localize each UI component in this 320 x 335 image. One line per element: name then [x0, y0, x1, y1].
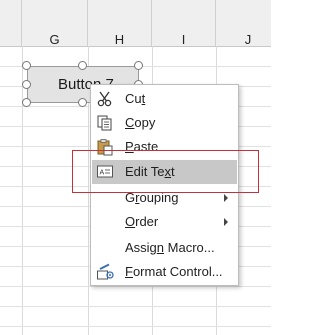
menu-item-label: Assign Macro... — [125, 240, 215, 255]
column-header-label: G — [49, 32, 60, 47]
column-header-h[interactable]: H — [88, 0, 152, 47]
copy-icon — [96, 114, 114, 132]
menu-item-label: Cut — [125, 91, 146, 106]
menu-item-assign-macro[interactable]: Assign Macro... — [92, 236, 237, 260]
menu-item-label: Format Control... — [125, 264, 223, 279]
column-header-row: G H I J — [0, 0, 271, 47]
grid-line — [0, 286, 271, 287]
row-header-corner — [0, 0, 22, 46]
column-header-j[interactable]: J — [216, 0, 280, 47]
menu-item-cut[interactable]: Cut — [92, 87, 237, 111]
menu-item-format-control[interactable]: Format Control... — [92, 260, 237, 284]
menu-item-label: Order — [125, 214, 159, 229]
column-header-label: I — [181, 32, 186, 47]
resize-handle-bottom[interactable] — [78, 98, 87, 107]
highlight-annotation-box — [72, 150, 259, 193]
grid-line — [0, 326, 271, 327]
menu-item-copy[interactable]: Copy — [92, 111, 237, 135]
format-control-icon — [96, 263, 114, 281]
resize-handle-left[interactable] — [22, 80, 31, 89]
column-header-i[interactable]: I — [152, 0, 216, 47]
column-header-label: H — [114, 32, 125, 47]
scissors-icon — [96, 90, 114, 108]
resize-handle-top[interactable] — [78, 61, 87, 70]
menu-item-label: Copy — [125, 115, 156, 130]
resize-handle-top-right[interactable] — [134, 61, 143, 70]
column-header-label: J — [244, 32, 252, 47]
menu-item-order[interactable]: Order — [92, 210, 237, 234]
column-header-g[interactable]: G — [22, 0, 88, 47]
submenu-arrow-icon — [224, 218, 228, 226]
submenu-arrow-icon — [224, 194, 228, 202]
grid-line — [22, 46, 23, 335]
resize-handle-bottom-left[interactable] — [22, 98, 31, 107]
grid-line — [0, 306, 271, 307]
resize-handle-top-left[interactable] — [22, 61, 31, 70]
